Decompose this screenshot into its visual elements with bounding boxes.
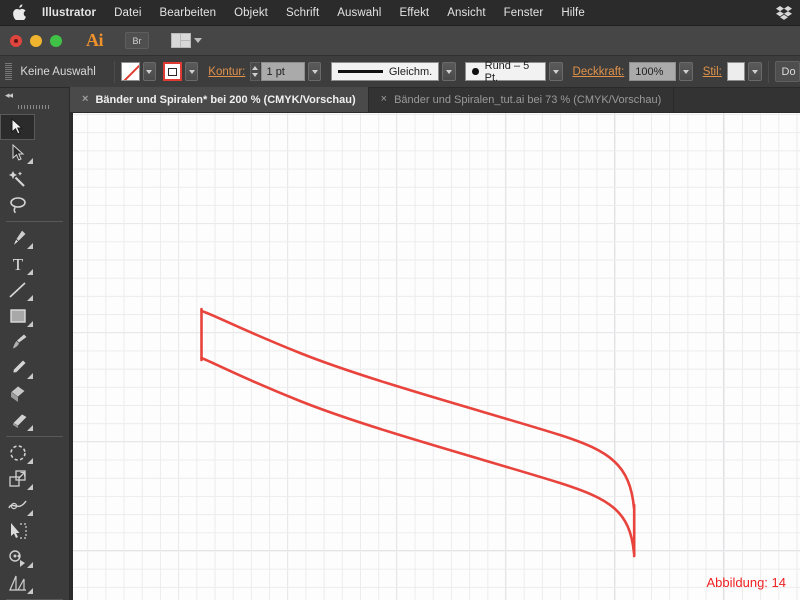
selection-status-label: Keine Auswahl xyxy=(20,65,96,78)
close-icon[interactable]: × xyxy=(82,94,88,105)
divider xyxy=(767,60,769,83)
minimize-window-button[interactable] xyxy=(30,34,42,47)
selection-tool[interactable] xyxy=(0,114,35,140)
rectangle-tool[interactable] xyxy=(0,303,35,329)
document-tab-secondary[interactable]: × Bänder und Spiralen_tut.ai bei 73 % (C… xyxy=(369,87,675,112)
divider xyxy=(6,436,63,437)
arrange-documents-button[interactable] xyxy=(171,33,202,48)
style-label[interactable]: Stil: xyxy=(703,66,722,78)
shape-builder-tool[interactable] xyxy=(0,544,35,570)
free-transform-tool[interactable] xyxy=(0,518,35,544)
menu-auswahl[interactable]: Auswahl xyxy=(328,7,390,19)
close-icon[interactable]: × xyxy=(381,94,387,105)
fill-color-swatch[interactable] xyxy=(121,62,140,81)
graphic-style-dropdown[interactable] xyxy=(748,62,762,81)
menu-datei[interactable]: Datei xyxy=(105,7,150,19)
line-segment-tool[interactable] xyxy=(0,277,35,303)
brush-dot-icon xyxy=(472,68,479,75)
stepper-down-icon xyxy=(252,73,259,77)
stroke-profile-icon xyxy=(338,70,383,73)
stroke-weight-input[interactable]: 1 pt xyxy=(260,62,306,81)
eraser-tool[interactable] xyxy=(0,407,35,433)
chevron-down-icon xyxy=(445,69,452,74)
rotate-tool[interactable] xyxy=(0,440,35,466)
opacity-input[interactable]: 100% xyxy=(629,62,677,81)
chevron-down-icon xyxy=(188,69,195,74)
stroke-profile-dropdown[interactable] xyxy=(442,62,456,81)
opacity-dropdown[interactable] xyxy=(679,62,693,81)
blob-brush-tool[interactable] xyxy=(0,381,35,407)
divider xyxy=(6,221,63,222)
stepper-up-icon xyxy=(252,66,259,70)
paintbrush-tool[interactable] xyxy=(0,329,35,355)
menu-bearbeiten[interactable]: Bearbeiten xyxy=(151,7,226,19)
perspective-grid-tool[interactable] xyxy=(0,570,35,596)
type-tool[interactable]: T xyxy=(0,251,35,277)
stroke-swatch-dropdown[interactable] xyxy=(184,62,199,81)
menu-objekt[interactable]: Objekt xyxy=(225,7,277,19)
menu-effekt[interactable]: Effekt xyxy=(390,7,438,19)
chevron-down-icon xyxy=(311,69,318,74)
close-window-button[interactable] xyxy=(10,34,22,47)
tools-grid: T xyxy=(0,225,69,433)
stroke-color-swatch[interactable] xyxy=(163,62,182,81)
figure-caption: Abbildung: 14 xyxy=(706,575,786,590)
menu-app-name[interactable]: Illustrator xyxy=(40,7,105,19)
dropbox-icon[interactable] xyxy=(776,5,792,21)
control-bar-grip[interactable] xyxy=(5,62,13,81)
apple-logo-icon[interactable] xyxy=(12,3,26,21)
stroke-profile-value: Gleichm. xyxy=(388,65,433,78)
tools-panel-grip[interactable] xyxy=(18,102,51,112)
illustrator-window: Illustrator Datei Bearbeiten Objekt Schr… xyxy=(0,0,800,600)
divider xyxy=(114,60,116,83)
scale-tool[interactable] xyxy=(0,466,35,492)
brush-definition-select[interactable]: Rund – 5 Pt. xyxy=(465,59,547,84)
pen-tool[interactable] xyxy=(0,225,35,251)
ribbon-band-path[interactable] xyxy=(70,113,800,600)
menu-schrift[interactable]: Schrift xyxy=(277,7,328,19)
svg-text:T: T xyxy=(12,255,23,273)
document-tab-title: Bänder und Spiralen_tut.ai bei 73 % (CMY… xyxy=(394,93,662,106)
collapse-panel-icon[interactable]: ◂◂ xyxy=(0,88,69,102)
illustrator-logo: Ai xyxy=(86,30,104,50)
menu-hilfe[interactable]: Hilfe xyxy=(552,7,594,19)
stroke-weight-label[interactable]: Kontur: xyxy=(208,66,245,78)
stroke-profile-select[interactable]: Gleichm. xyxy=(331,62,440,81)
stroke-weight-stepper[interactable] xyxy=(250,62,260,81)
chevron-down-icon xyxy=(194,38,202,43)
tools-grid xyxy=(0,440,69,596)
chevron-down-icon xyxy=(146,69,153,74)
graphic-style-swatch[interactable] xyxy=(726,62,746,81)
tools-panel: ◂◂ T xyxy=(0,88,70,600)
window-controls xyxy=(10,34,62,47)
document-tab-bar: × Bänder und Spiralen* bei 200 % (CMYK/V… xyxy=(70,87,800,113)
launch-bridge-button[interactable]: Br xyxy=(125,32,149,49)
document-canvas[interactable]: Abbildung: 14 xyxy=(70,113,800,600)
menu-bar-status-items xyxy=(776,0,792,26)
pencil-tool[interactable] xyxy=(0,355,35,381)
fill-swatch-dropdown[interactable] xyxy=(142,62,156,81)
direct-selection-tool[interactable] xyxy=(0,140,35,166)
lasso-tool[interactable] xyxy=(0,192,35,218)
chevron-down-icon xyxy=(751,69,758,74)
document-tab-title: Bänder und Spiralen* bei 200 % (CMYK/Vor… xyxy=(95,93,356,106)
application-title-bar: Ai Br xyxy=(0,26,800,56)
magic-wand-tool[interactable] xyxy=(0,166,35,192)
menu-fenster[interactable]: Fenster xyxy=(495,7,553,19)
chevron-down-icon xyxy=(682,69,689,74)
control-bar-overflow-button[interactable]: Do xyxy=(774,61,800,82)
width-tool[interactable] xyxy=(0,492,35,518)
document-tab-active[interactable]: × Bänder und Spiralen* bei 200 % (CMYK/V… xyxy=(70,87,369,112)
zoom-window-button[interactable] xyxy=(50,34,62,47)
brush-definition-dropdown[interactable] xyxy=(549,62,563,81)
arrange-documents-icon xyxy=(171,33,191,48)
control-options-bar: Keine Auswahl Kontur: 1 pt Gleichm. Rund… xyxy=(0,56,800,88)
menu-ansicht[interactable]: Ansicht xyxy=(438,7,494,19)
brush-definition-value: Rund – 5 Pt. xyxy=(484,59,530,84)
mac-menu-bar: Illustrator Datei Bearbeiten Objekt Schr… xyxy=(0,0,800,26)
stroke-weight-dropdown[interactable] xyxy=(308,62,322,81)
chevron-down-icon xyxy=(552,69,559,74)
opacity-label[interactable]: Deckkraft: xyxy=(573,66,625,78)
tools-grid xyxy=(0,114,69,218)
